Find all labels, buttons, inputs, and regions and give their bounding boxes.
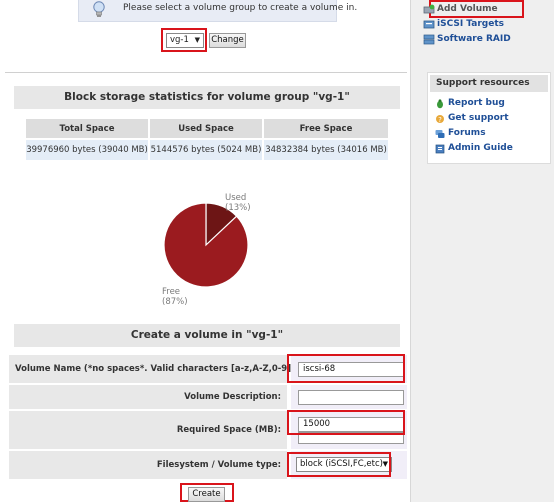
admin-guide-icon [435,144,445,154]
stats-value-used: 5144576 bytes (5024 MB) [150,140,262,160]
fs-type-label: Filesystem / Volume type: [9,451,287,479]
change-button[interactable]: Change [209,33,246,48]
sidebar-item-add-volume[interactable]: Add Volume [423,4,498,14]
volume-name-label: Volume Name (*no spaces*. Valid characte… [9,355,298,383]
main-content: Please select a volume group to create a… [0,0,410,502]
dropdown-arrow-icon: ▼ [194,36,200,44]
stats-header-used: Used Space [150,119,262,138]
volume-description-row: Volume Description: [9,385,407,409]
pie-chart: Used (13%) Free (87%) [150,190,260,307]
svg-text:?: ? [438,116,442,124]
sidebar-item-iscsi-targets[interactable]: iSCSI Targets [423,19,504,29]
notice-box: Please select a volume group to create a… [78,0,357,22]
stats-header-free: Free Space [264,119,388,138]
stats-value-free: 34832384 bytes (34016 MB) [264,140,388,160]
software-raid-icon [423,34,435,45]
support-resources-title: Support resources [430,75,548,92]
create-button[interactable]: Create [188,487,225,502]
sidebar-item-software-raid[interactable]: Software RAID [423,34,511,45]
sidebar-item-label: iSCSI Targets [437,19,504,29]
support-link-get-support[interactable]: Get support [448,113,509,123]
stats-table: Total Space Used Space Free Space 399769… [24,117,390,162]
support-link-report-bug[interactable]: Report bug [448,98,505,108]
lightbulb-icon [93,1,105,17]
highlight-required-space [287,410,405,435]
pie-label-free-percent: (87%) [162,297,188,307]
iscsi-targets-icon [423,20,435,29]
add-volume-icon [423,4,435,14]
create-volume-title: Create a volume in "vg-1" [14,324,400,347]
volume-group-select[interactable]: vg-1 ▼ [166,33,204,48]
pie-label-used-percent: (13%) [225,203,251,213]
highlight-fs-type [287,452,391,477]
forums-icon [435,130,445,138]
pie-label-used: Used (13%) [225,193,251,213]
notice-text: Please select a volume group to create a… [123,3,358,13]
report-bug-icon [437,99,443,109]
pie-label-free: Free (87%) [162,287,188,307]
required-space-label: Required Space (MB): [9,411,287,449]
stats-title: Block storage statistics for volume grou… [14,86,400,109]
pie-label-free-name: Free [162,287,181,297]
volume-description-field-cell [291,385,407,409]
sidebar: Add Volume iSCSI Targets Software RAID S… [411,0,554,502]
support-link-admin-guide[interactable]: Admin Guide [448,143,513,153]
stats-header-total: Total Space [26,119,148,138]
support-resources-box: Support resources Report bug ? Get suppo… [427,72,551,164]
get-support-icon: ? [436,115,444,124]
sidebar-item-label: Software RAID [437,34,511,44]
sidebar-item-label: Add Volume [437,4,498,14]
support-link-forums[interactable]: Forums [448,128,486,138]
volume-description-label: Volume Description: [9,385,287,409]
stats-header-row: Total Space Used Space Free Space [26,119,388,138]
divider [5,72,407,73]
volume-description-input[interactable] [298,390,404,405]
stats-value-row: 39976960 bytes (39040 MB) 5144576 bytes … [26,140,388,160]
pie-label-used-name: Used [225,193,247,203]
volume-group-select-value: vg-1 [170,35,189,45]
highlight-volume-name [287,354,405,383]
stats-value-total: 39976960 bytes (39040 MB) [26,140,148,160]
